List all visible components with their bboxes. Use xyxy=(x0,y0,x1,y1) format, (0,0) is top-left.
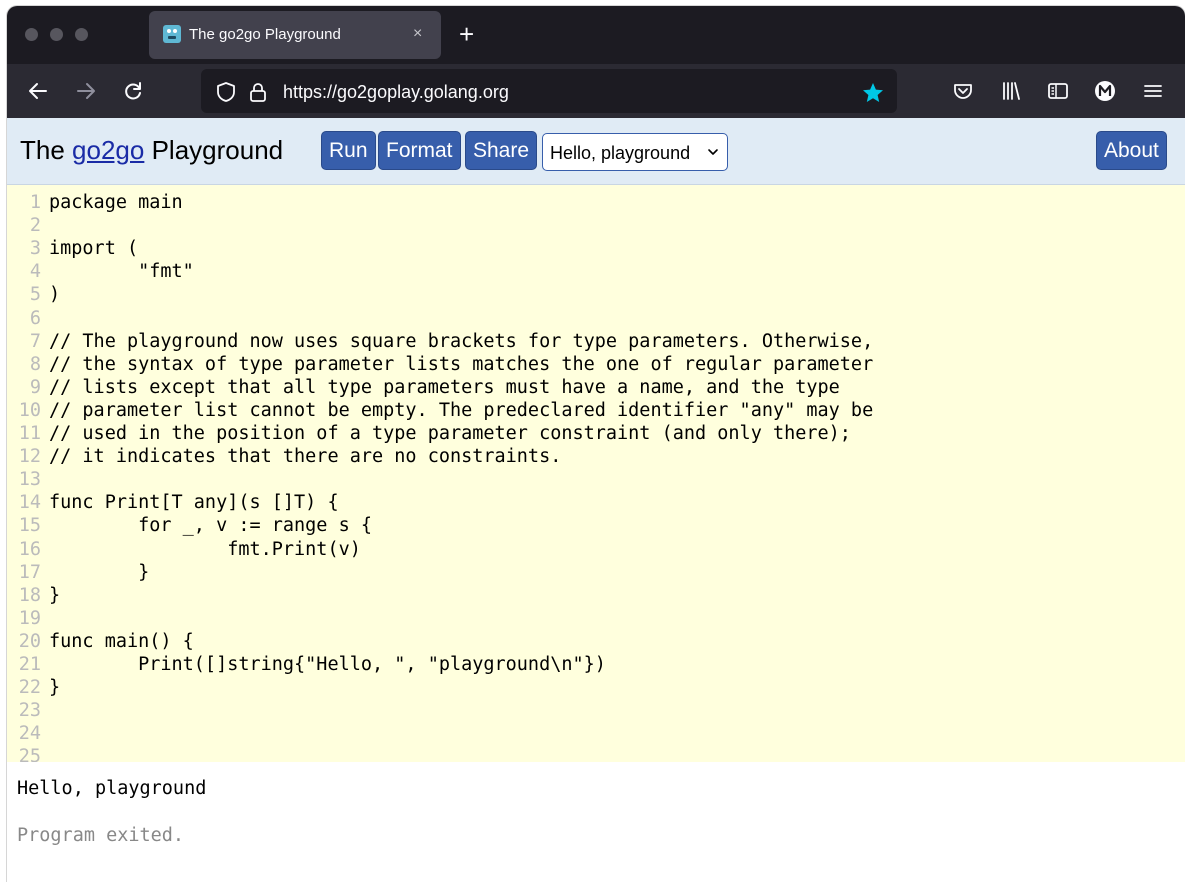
line-text[interactable]: // The playground now uses square bracke… xyxy=(49,330,873,353)
line-number: 9 xyxy=(29,376,41,398)
about-button[interactable]: About xyxy=(1096,131,1167,170)
gopher-favicon-icon xyxy=(163,25,181,43)
line-text[interactable]: for _, v := range s { xyxy=(49,514,372,537)
line-number: 18 xyxy=(18,584,41,606)
line-text[interactable]: } xyxy=(49,584,60,607)
arrow-right-icon xyxy=(77,83,95,99)
minimize-window-button[interactable] xyxy=(50,28,63,41)
browser-window: The go2go Playground × + https://go2gopl… xyxy=(7,6,1185,882)
close-window-button[interactable] xyxy=(25,28,38,41)
arrow-left-icon xyxy=(29,83,47,99)
shield-icon[interactable] xyxy=(215,81,237,103)
line-number: 14 xyxy=(18,492,41,514)
code-editor[interactable]: 1 package main 2 3 import ( 4 "fmt" 5) 6 7 // The… xyxy=(7,185,1185,762)
playground-header: The go2go Playground Run Format Share He… xyxy=(7,118,1185,185)
line-number: 7 xyxy=(29,330,41,352)
line-number: 22 xyxy=(18,677,41,699)
tab-close-icon[interactable]: × xyxy=(413,24,422,44)
line-number: 5 xyxy=(29,284,41,306)
line-number: 13 xyxy=(18,469,41,491)
bookmark-star-icon[interactable] xyxy=(861,81,883,103)
account-avatar-icon xyxy=(1095,81,1115,101)
library-button[interactable] xyxy=(996,76,1026,106)
account-button[interactable] xyxy=(1090,76,1120,106)
navigation-bar: https://go2goplay.golang.org xyxy=(7,64,1185,118)
url-bar[interactable]: https://go2goplay.golang.org xyxy=(201,69,897,113)
format-button[interactable]: Format xyxy=(378,131,461,170)
menu-button[interactable] xyxy=(1138,76,1168,106)
line-number: 25 xyxy=(18,746,41,762)
example-select-value: Hello, playground xyxy=(550,143,691,163)
tab-strip: The go2go Playground × + xyxy=(7,6,1185,64)
title-suffix: Playground xyxy=(151,135,284,165)
line-text[interactable]: // parameter list cannot be empty. The p… xyxy=(49,399,873,422)
line-number: 24 xyxy=(18,723,41,745)
sidebar-button[interactable] xyxy=(1043,76,1073,106)
line-text[interactable]: } xyxy=(49,676,60,699)
line-number: 4 xyxy=(29,261,41,283)
line-text[interactable]: // it indicates that there are no constr… xyxy=(49,445,561,468)
line-text[interactable]: // the syntax of type parameter lists ma… xyxy=(49,353,873,376)
line-number: 20 xyxy=(18,630,41,652)
run-button[interactable]: Run xyxy=(321,131,376,170)
line-number: 3 xyxy=(29,238,41,260)
reload-button[interactable] xyxy=(118,76,148,106)
share-button[interactable]: Share xyxy=(465,131,538,170)
line-text[interactable]: ) xyxy=(49,283,60,306)
back-button[interactable] xyxy=(23,76,53,106)
example-select[interactable]: Hello, playground xyxy=(542,133,728,171)
line-number: 1 xyxy=(29,192,41,213)
reload-icon xyxy=(125,82,141,100)
line-number: 16 xyxy=(18,538,41,560)
line-number: 2 xyxy=(29,215,41,237)
line-number: 17 xyxy=(18,561,41,583)
tab-go2go-playground[interactable]: The go2go Playground × xyxy=(149,11,441,59)
line-text[interactable]: func Print[T any](s []T) { xyxy=(49,491,339,514)
lock-icon[interactable] xyxy=(247,81,269,103)
line-text[interactable]: fmt.Print(v) xyxy=(49,538,361,561)
library-icon xyxy=(1003,82,1020,100)
line-text[interactable]: import ( xyxy=(49,237,138,260)
line-number: 10 xyxy=(18,399,41,421)
chevron-down-icon xyxy=(708,149,718,155)
line-text[interactable]: // lists except that all type parameters… xyxy=(49,376,840,399)
line-number: 6 xyxy=(29,307,41,329)
line-text[interactable]: } xyxy=(49,561,149,584)
tab-title: The go2go Playground xyxy=(189,26,341,43)
line-text[interactable]: "fmt" xyxy=(49,260,194,283)
zoom-window-button[interactable] xyxy=(75,28,88,41)
new-tab-button[interactable]: + xyxy=(459,20,474,48)
line-text[interactable]: package main xyxy=(49,191,183,214)
pocket-icon xyxy=(954,84,972,99)
line-number: 21 xyxy=(18,654,41,675)
go2go-link[interactable]: go2go xyxy=(72,135,144,165)
sidebar-icon xyxy=(1048,83,1068,99)
forward-button[interactable] xyxy=(71,76,101,106)
hamburger-menu-icon xyxy=(1144,85,1162,97)
page-title: The go2go Playground xyxy=(20,135,283,166)
pocket-button[interactable] xyxy=(948,76,978,106)
output-panel: Hello, playground Program exited. xyxy=(7,762,1185,882)
line-number: 19 xyxy=(18,607,41,629)
program-output: Hello, playground xyxy=(17,778,207,799)
line-number: 11 xyxy=(18,423,41,444)
line-number: 12 xyxy=(18,446,41,468)
line-number: 8 xyxy=(29,353,41,375)
line-number: 23 xyxy=(18,700,41,722)
title-prefix: The xyxy=(20,135,65,165)
program-status: Program exited. xyxy=(17,825,185,846)
url-text[interactable]: https://go2goplay.golang.org xyxy=(283,82,509,103)
line-text[interactable]: // used in the position of a type parame… xyxy=(49,422,851,445)
line-text[interactable]: Print([]string{"Hello, ", "playground\n"… xyxy=(49,653,606,676)
line-number: 15 xyxy=(18,515,41,537)
line-text[interactable]: func main() { xyxy=(49,630,194,653)
